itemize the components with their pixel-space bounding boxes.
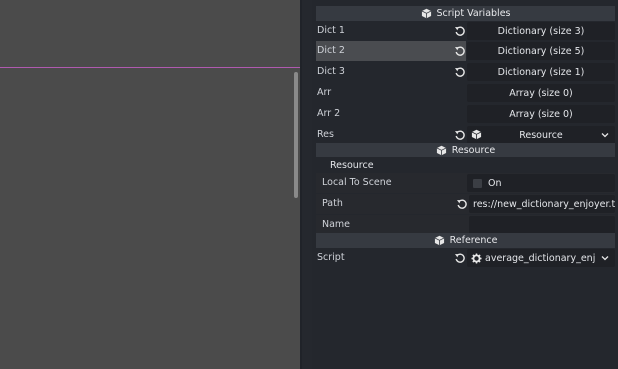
array-editor-button[interactable]: Array (size 0) (467, 84, 615, 102)
section-header-label: Script Variables (436, 8, 511, 19)
property-row-arr: Arr Array (size 0) (316, 83, 615, 103)
revert-icon[interactable] (454, 252, 466, 264)
property-label: Res (317, 129, 334, 140)
property-label: Arr (317, 87, 332, 98)
dictionary-value: Dictionary (size 3) (497, 25, 585, 37)
property-row-dict-2: Dict 2 (316, 41, 466, 61)
cube-icon (436, 145, 446, 156)
property-row-dict-1: Dict 1 Dictionary (size 3) (316, 21, 615, 41)
dictionary-editor-button[interactable]: Dictionary (size 5) (467, 42, 615, 60)
path-field[interactable]: res://new_dictionary_enjoyer.t (469, 195, 615, 213)
property-row-script: Script average_dictionary_enj (316, 248, 615, 268)
section-header-script-variables[interactable]: Script Variables (316, 6, 615, 21)
checkbox-label: On (488, 177, 502, 189)
checkbox-icon (473, 178, 482, 188)
array-value: Array (size 0) (509, 87, 573, 99)
dictionary-value: Dictionary (size 5) (497, 45, 585, 57)
property-label: Local To Scene (322, 177, 392, 188)
revert-icon[interactable] (454, 25, 466, 37)
property-row-path: Path res://new_dictionary_enjoyer.t (316, 194, 615, 214)
cube-icon (421, 8, 431, 19)
resource-value: Resource (519, 129, 563, 141)
section-header-reference[interactable]: Reference (316, 233, 615, 248)
section-header-label: Resource (451, 145, 496, 156)
revert-icon[interactable] (454, 66, 466, 78)
revert-icon[interactable] (456, 198, 468, 210)
cube-icon (434, 235, 444, 246)
cube-icon (471, 129, 482, 140)
path-value: res://new_dictionary_enjoyer.t (473, 198, 615, 210)
dict-2-value-cell: Dictionary (size 5) (467, 41, 615, 61)
dictionary-value: Dictionary (size 1) (497, 66, 585, 78)
viewport-guide-line (0, 67, 300, 68)
revert-icon[interactable] (454, 45, 466, 57)
dictionary-editor-button[interactable]: Dictionary (size 3) (467, 22, 615, 40)
chevron-down-icon[interactable] (601, 254, 609, 262)
name-field[interactable] (469, 216, 615, 234)
script-value: average_dictionary_enj (485, 252, 596, 264)
section-header-label: Reference (449, 235, 498, 246)
property-label: Arr 2 (317, 108, 341, 119)
revert-icon[interactable] (454, 129, 466, 141)
property-row-res: Res Resource (316, 125, 615, 145)
viewport-scrollbar[interactable] (294, 72, 298, 198)
section-header-resource[interactable]: Resource (316, 143, 615, 158)
property-label: Script (317, 252, 345, 263)
resource-picker[interactable]: Resource (467, 126, 615, 144)
viewport-2d[interactable] (0, 0, 300, 369)
array-editor-button[interactable]: Array (size 0) (467, 105, 615, 123)
property-row-local-to-scene: Local To Scene On (316, 173, 615, 193)
property-label: Path (322, 198, 343, 209)
inspector-gutter (302, 0, 312, 369)
property-row-dict-3: Dict 3 Dictionary (size 1) (316, 62, 615, 82)
property-label: Dict 2 (317, 45, 345, 56)
chevron-down-icon[interactable] (601, 131, 609, 139)
local-to-scene-checkbox[interactable]: On (467, 174, 615, 192)
gear-icon (471, 252, 482, 264)
dictionary-editor-button[interactable]: Dictionary (size 1) (467, 63, 615, 81)
property-label: Dict 1 (317, 25, 345, 36)
property-row-name: Name (316, 215, 615, 235)
property-label: Dict 3 (317, 66, 345, 77)
property-label: Name (322, 219, 351, 230)
array-value: Array (size 0) (509, 108, 573, 120)
property-row-arr-2: Arr 2 Array (size 0) (316, 104, 615, 124)
script-picker[interactable]: average_dictionary_enj (467, 249, 615, 267)
